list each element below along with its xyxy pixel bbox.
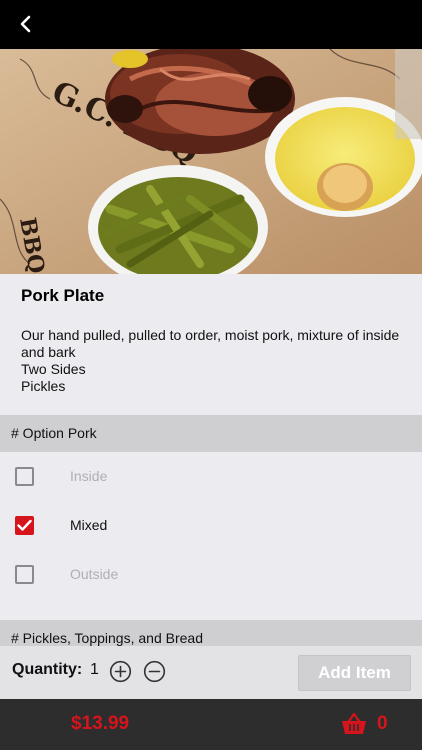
add-item-button[interactable]: Add Item (298, 655, 411, 691)
quantity-decrease-button[interactable] (143, 660, 166, 683)
description-line: Two Sides (21, 361, 86, 377)
description-line: Pickles (21, 378, 66, 394)
basket-icon (342, 712, 366, 734)
option-label-mixed: Mixed (70, 517, 108, 533)
option-row-mixed[interactable]: Mixed (0, 501, 422, 550)
section-header-option-pork: # Option Pork (0, 415, 422, 452)
quantity-increase-button[interactable] (109, 660, 132, 683)
top-bar (0, 0, 422, 49)
total-price: $13.99 (71, 713, 130, 734)
quantity-value: 1 (90, 661, 99, 678)
quantity-bar: Quantity: 1 Add Item (0, 646, 422, 699)
cart-button[interactable] (341, 712, 367, 736)
bottom-bar: $13.99 0 (0, 699, 422, 750)
item-description: Our hand pulled, pulled to order, moist … (21, 327, 406, 395)
cart-count: 0 (377, 713, 388, 734)
checkbox-inside[interactable] (15, 467, 34, 486)
option-row-inside[interactable]: Inside (0, 452, 422, 501)
option-label-outside: Outside (70, 566, 119, 582)
minus-circle-icon (143, 660, 166, 683)
checkbox-mixed[interactable] (15, 516, 34, 535)
item-photo: G.C. BBQ BBQ (0, 49, 422, 274)
item-title: Pork Plate (21, 286, 105, 305)
option-label-inside: Inside (70, 468, 108, 484)
checkmark-icon (17, 519, 32, 531)
checkbox-outside[interactable] (15, 565, 34, 584)
description-line: Our hand pulled, pulled to order, moist … (21, 327, 400, 360)
option-row-outside[interactable]: Outside (0, 550, 422, 599)
back-button[interactable] (14, 12, 38, 36)
quantity-label: Quantity: (12, 661, 83, 678)
chevron-left-icon (20, 15, 31, 33)
plus-circle-icon (109, 660, 132, 683)
